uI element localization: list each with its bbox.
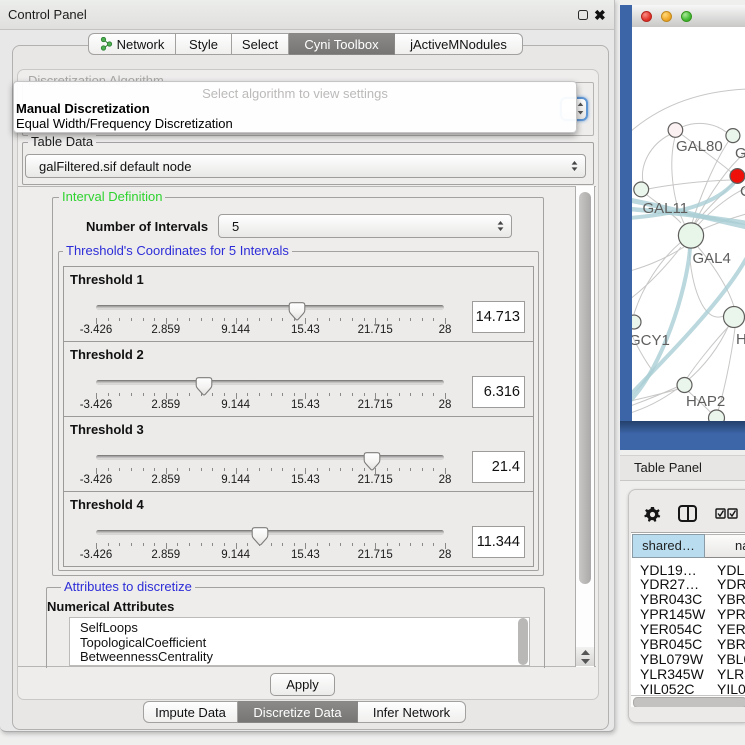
svg-text:GA: GA <box>735 145 745 162</box>
svg-text:GAL80: GAL80 <box>676 138 723 155</box>
svg-text:C: C <box>740 183 745 200</box>
svg-text:GCY1: GCY1 <box>632 332 670 349</box>
svg-text:H: H <box>736 331 745 348</box>
svg-text:GAL4: GAL4 <box>693 250 731 267</box>
svg-text:GAL11: GAL11 <box>643 200 689 217</box>
svg-text:HAP2: HAP2 <box>686 393 725 410</box>
